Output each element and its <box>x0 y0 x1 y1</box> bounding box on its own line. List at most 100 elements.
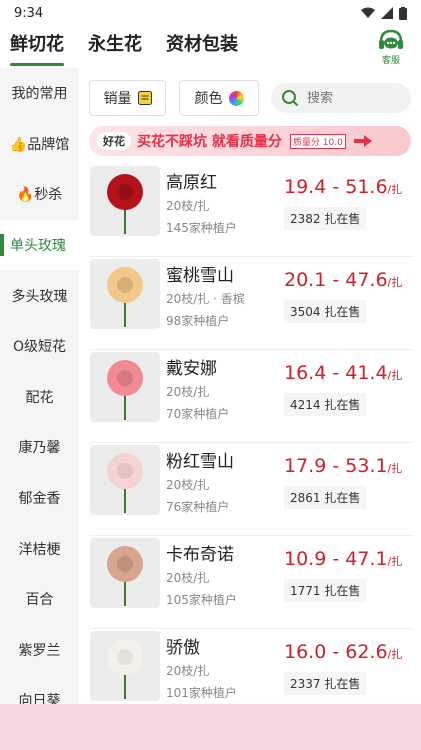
product-spec: 20枝/扎 <box>166 571 210 585</box>
quality-score-badge: 质量分 10.0 <box>289 133 346 149</box>
tab-fresh-cut[interactable]: 鲜切花 <box>10 26 64 68</box>
product-item[interactable]: 蜜桃雪山 20枝/扎 · 香槟 98家种植户 20.1 - 47.6/扎 350… <box>89 257 413 350</box>
sidebar-item-stock[interactable]: 紫罗兰 <box>0 625 79 676</box>
product-growers: 98家种植户 <box>166 314 230 328</box>
product-price: 16.4 - 41.4/扎 <box>284 362 402 384</box>
price-unit: /扎 <box>387 648 403 661</box>
rose-icon <box>90 631 160 701</box>
price-unit: /扎 <box>387 276 403 289</box>
product-thumbnail <box>90 166 160 236</box>
sidebar-item-o-grade[interactable]: O级短花 <box>0 321 79 372</box>
price-unit: /扎 <box>387 183 403 196</box>
product-name: 蜜桃雪山 <box>166 266 234 286</box>
sidebar-item-filler[interactable]: 配花 <box>0 372 79 423</box>
price-range: 10.9 - 47.1 <box>284 548 388 570</box>
quality-banner[interactable]: 好花 买花不踩坑 就看质量分 质量分 10.0 <box>89 126 411 156</box>
product-name: 骄傲 <box>166 638 200 658</box>
tab-packaging[interactable]: 资材包装 <box>166 26 238 68</box>
product-thumbnail <box>90 259 160 329</box>
product-sales: 1771 扎在售 <box>284 579 367 602</box>
product-growers: 70家种植户 <box>166 407 230 421</box>
battery-icon <box>399 6 407 20</box>
product-thumbnail <box>90 631 160 701</box>
product-thumbnail <box>90 538 160 608</box>
color-filter-label: 颜色 <box>194 91 223 107</box>
product-item[interactable]: 高原红 20枝/扎 145家种植户 19.4 - 51.6/扎 2382 扎在售 <box>89 164 413 257</box>
sidebar-item-single-rose[interactable]: 单头玫瑰 <box>0 219 79 271</box>
product-price: 16.0 - 62.6/扎 <box>284 641 402 663</box>
product-item[interactable]: 粉红雪山 20枝/扎 76家种植户 17.9 - 53.1/扎 2861 扎在售 <box>89 443 413 536</box>
signal-icon <box>381 7 393 19</box>
headset-icon <box>379 29 403 49</box>
price-unit: /扎 <box>387 369 403 382</box>
pointer-hand-icon <box>353 135 372 147</box>
rose-icon <box>90 166 160 236</box>
product-growers: 76家种植户 <box>166 500 230 514</box>
service-label: 客服 <box>381 56 400 66</box>
price-range: 20.1 - 47.6 <box>284 269 388 291</box>
rose-icon <box>90 445 160 515</box>
product-sales: 3504 扎在售 <box>284 300 367 323</box>
sidebar-item-lisianthus[interactable]: 洋桔梗 <box>0 523 79 574</box>
price-range: 19.4 - 51.6 <box>284 176 388 198</box>
sidebar-item-flash-sale[interactable]: 🔥秒杀 <box>0 169 79 220</box>
color-wheel-icon <box>228 90 244 106</box>
product-sales: 2382 扎在售 <box>284 207 367 230</box>
status-bar: 9:34 <box>0 0 421 26</box>
rose-icon <box>90 352 160 422</box>
product-item[interactable]: 卡布奇诺 20枝/扎 105家种植户 10.9 - 47.1/扎 1771 扎在… <box>89 536 413 629</box>
search-input[interactable] <box>307 90 397 106</box>
sort-icon <box>137 91 152 105</box>
product-growers: 101家种植户 <box>166 686 237 700</box>
product-name: 粉红雪山 <box>166 452 234 472</box>
top-tabs: 鲜切花 永生花 资材包装 客服 <box>0 26 421 68</box>
sidebar-item-tulip[interactable]: 郁金香 <box>0 473 79 524</box>
product-item[interactable]: 戴安娜 20枝/扎 70家种植户 16.4 - 41.4/扎 4214 扎在售 <box>89 350 413 443</box>
price-unit: /扎 <box>387 462 403 475</box>
sidebar-item-brands[interactable]: 👍品牌馆 <box>0 119 79 170</box>
status-icons <box>361 6 407 20</box>
product-growers: 105家种植户 <box>166 593 237 607</box>
price-unit: /扎 <box>387 555 403 568</box>
product-name: 卡布奇诺 <box>166 545 234 565</box>
sidebar-item-lily[interactable]: 百合 <box>0 574 79 625</box>
price-range: 16.4 - 41.4 <box>284 362 388 384</box>
product-price: 19.4 - 51.6/扎 <box>284 176 402 198</box>
product-price: 20.1 - 47.6/扎 <box>284 269 402 291</box>
product-sales: 4214 扎在售 <box>284 393 367 416</box>
footer-banner <box>0 704 421 750</box>
product-list: 高原红 20枝/扎 145家种植户 19.4 - 51.6/扎 2382 扎在售… <box>89 164 413 722</box>
product-spec: 20枝/扎 <box>166 478 210 492</box>
product-spec: 20枝/扎 <box>166 199 210 213</box>
category-sidebar: 我的常用 👍品牌馆 🔥秒杀 单头玫瑰 多头玫瑰 O级短花 配花 康乃馨 郁金香 … <box>0 68 79 709</box>
color-filter-button[interactable]: 颜色 <box>179 80 259 116</box>
sidebar-item-favorites[interactable]: 我的常用 <box>0 68 79 119</box>
product-name: 高原红 <box>166 173 217 193</box>
sidebar-item-spray-rose[interactable]: 多头玫瑰 <box>0 270 79 321</box>
banner-text: 买花不踩坑 就看质量分 <box>137 134 282 150</box>
tab-preserved[interactable]: 永生花 <box>88 26 142 68</box>
sort-sales-button[interactable]: 销量 <box>89 80 166 116</box>
product-spec: 20枝/扎 <box>166 664 210 678</box>
product-growers: 145家种植户 <box>166 221 237 235</box>
product-thumbnail <box>90 352 160 422</box>
sidebar-item-carnation[interactable]: 康乃馨 <box>0 422 79 473</box>
wifi-icon <box>361 7 375 18</box>
price-range: 16.0 - 62.6 <box>284 641 388 663</box>
rose-icon <box>90 538 160 608</box>
product-name: 戴安娜 <box>166 359 217 379</box>
quality-score-label: 质量分 <box>292 137 320 148</box>
product-thumbnail <box>90 445 160 515</box>
price-range: 17.9 - 53.1 <box>284 455 388 477</box>
customer-service-button[interactable]: 客服 <box>373 28 409 66</box>
search-icon <box>282 90 299 107</box>
product-spec: 20枝/扎 <box>166 385 210 399</box>
product-price: 17.9 - 53.1/扎 <box>284 455 402 477</box>
product-sales: 2861 扎在售 <box>284 486 367 509</box>
filter-bar: 销量 颜色 <box>89 80 413 116</box>
status-time: 9:34 <box>14 5 44 21</box>
product-price: 10.9 - 47.1/扎 <box>284 548 402 570</box>
good-flower-badge: 好花 <box>97 132 131 150</box>
quality-score-value: 10.0 <box>322 137 343 148</box>
search-box[interactable] <box>271 83 411 113</box>
